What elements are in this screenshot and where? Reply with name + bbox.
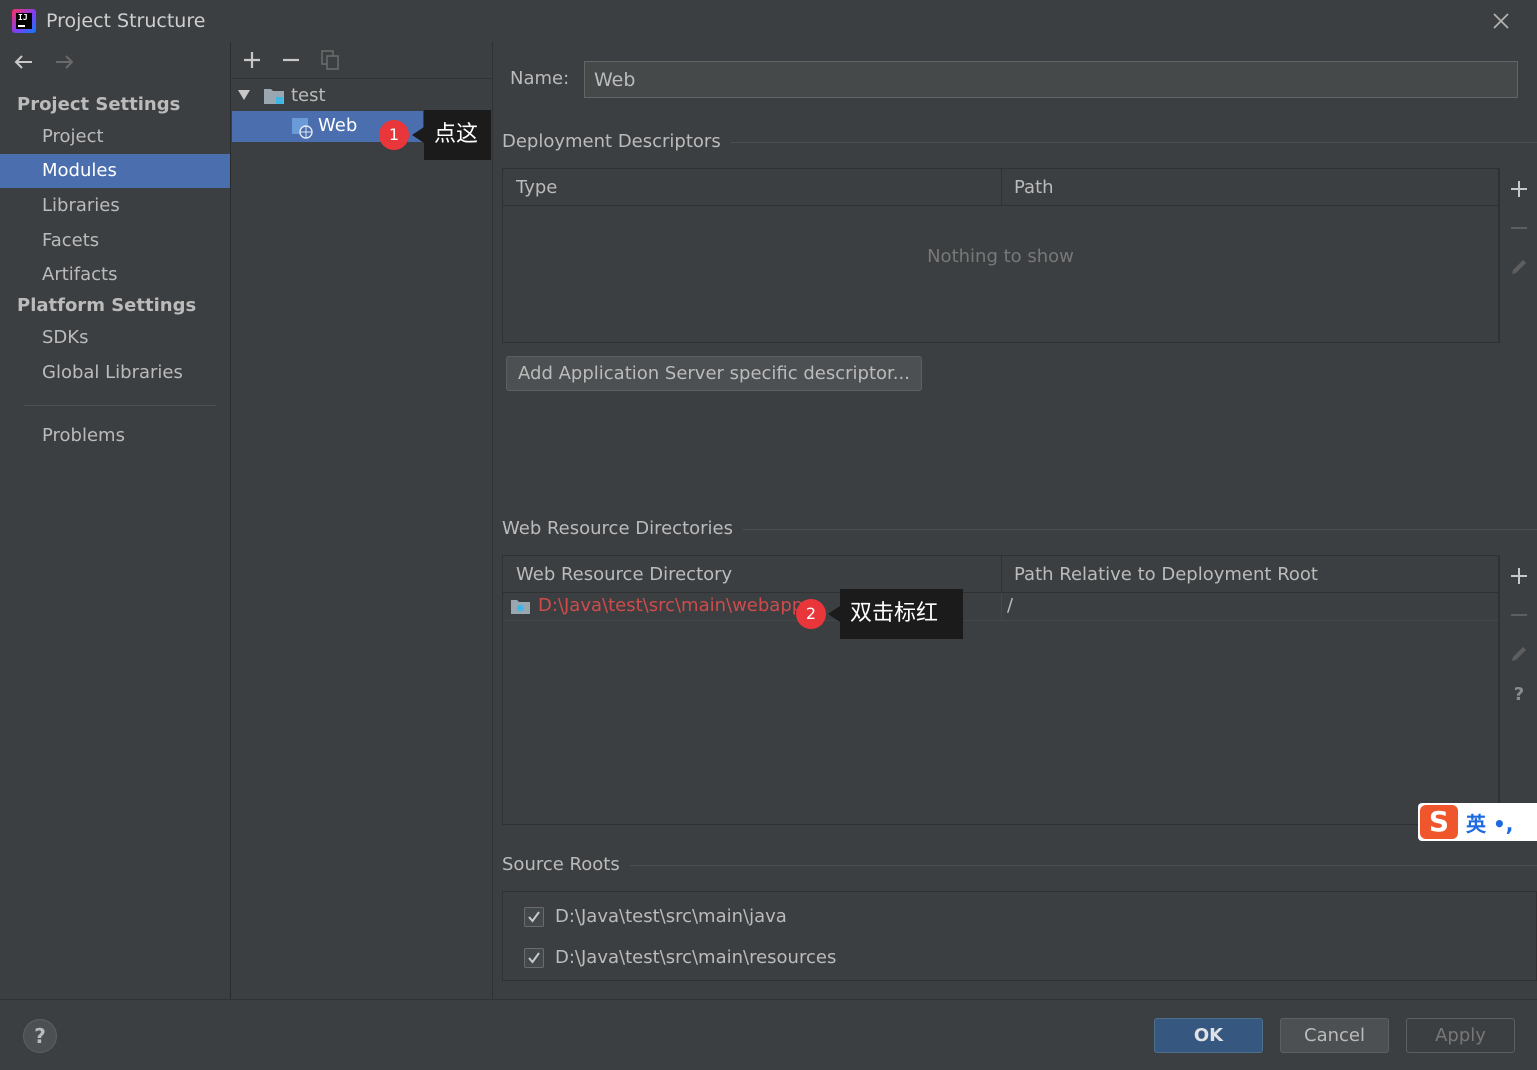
sidebar-item-project[interactable]: Project [0, 120, 230, 154]
web-resource-directory-cell[interactable]: D:\Java\test\src\main\webapp [538, 595, 803, 616]
deployment-descriptors-table[interactable]: Type Path Nothing to show [502, 168, 1499, 343]
checkmark-icon [528, 952, 540, 964]
add-icon[interactable] [241, 49, 263, 71]
add-icon[interactable] [1509, 566, 1529, 586]
sidebar-item-artifacts[interactable]: Artifacts [0, 258, 230, 292]
title-bar: IJ Project Structure [0, 0, 1537, 42]
web-resource-table-toolbar: ? [1499, 555, 1537, 825]
edit-pencil-icon[interactable] [1509, 257, 1529, 277]
tree-toolbar [232, 42, 493, 79]
remove-icon[interactable] [1509, 218, 1529, 238]
dialog-footer: ? OK Cancel Apply [0, 999, 1537, 1070]
apply-button[interactable]: Apply [1406, 1018, 1515, 1053]
column-header-type[interactable]: Type [503, 169, 1001, 206]
intellij-logo-icon: IJ [12, 9, 36, 33]
cancel-button[interactable]: Cancel [1280, 1018, 1389, 1053]
source-root-checkbox[interactable] [524, 948, 544, 968]
module-name-input[interactable] [584, 61, 1518, 98]
ime-toolbar[interactable]: S 英 •, [1418, 803, 1537, 841]
section-divider [502, 865, 1537, 866]
project-settings-heading: Project Settings [17, 94, 181, 115]
tree-node-label: Web [318, 115, 358, 136]
column-header-path[interactable]: Path [1001, 169, 1498, 206]
source-roots-title: Source Roots [502, 854, 630, 875]
platform-settings-heading: Platform Settings [17, 295, 197, 316]
sidebar-item-libraries[interactable]: Libraries [0, 189, 230, 223]
relative-path-cell[interactable]: / [1007, 595, 1013, 616]
ime-mode-text[interactable]: 英 •, [1466, 808, 1513, 837]
remove-icon[interactable] [1509, 605, 1529, 625]
step-badge-2: 2 [796, 599, 826, 629]
source-root-checkbox[interactable] [524, 907, 544, 927]
source-roots-list: D:\Java\test\src\main\java D:\Java\test\… [502, 891, 1537, 981]
settings-sidebar: Project Settings Project Modules Librari… [0, 42, 231, 999]
deployment-table-toolbar [1499, 168, 1537, 343]
tree-node-label: test [291, 85, 326, 106]
sogou-logo-icon: S [1420, 805, 1458, 839]
table-header: Type Path [503, 169, 1498, 206]
column-header-web-resource-directory[interactable]: Web Resource Directory [503, 556, 1001, 593]
sidebar-item-problems[interactable]: Problems [0, 419, 230, 453]
forward-arrow-icon[interactable] [52, 50, 76, 74]
column-separator [1001, 594, 1002, 620]
table-row[interactable]: D:\Java\test\src\main\webapp / [503, 594, 1498, 621]
tree-node-test[interactable]: test [232, 80, 493, 111]
expand-triangle-icon[interactable] [237, 89, 251, 101]
name-label: Name: [510, 68, 570, 89]
deployment-descriptors-title: Deployment Descriptors [502, 131, 731, 152]
module-tree-panel: test Web [232, 42, 493, 999]
module-settings: Name: Deployment Descriptors Type Path N… [494, 42, 1537, 999]
module-folder-icon [264, 89, 284, 104]
sidebar-item-facets[interactable]: Facets [0, 224, 230, 258]
source-root-path: D:\Java\test\src\main\resources [555, 947, 837, 968]
remove-icon[interactable] [280, 49, 302, 71]
edit-pencil-icon[interactable] [1509, 644, 1529, 664]
web-resource-table[interactable]: Web Resource Directory Path Relative to … [502, 555, 1499, 825]
help-question-icon[interactable]: ? [1509, 683, 1529, 703]
column-header-relative-path[interactable]: Path Relative to Deployment Root [1001, 556, 1498, 593]
sidebar-divider [24, 405, 216, 406]
sidebar-item-global-libraries[interactable]: Global Libraries [0, 356, 230, 390]
window-title: Project Structure [46, 10, 206, 32]
ok-button[interactable]: OK [1154, 1018, 1263, 1053]
add-server-descriptor-button[interactable]: Add Application Server specific descript… [506, 356, 922, 391]
sidebar-item-sdks[interactable]: SDKs [0, 321, 230, 355]
close-icon[interactable] [1489, 9, 1513, 33]
annotation-callout-1: 点这 [412, 110, 491, 160]
checkmark-icon [528, 911, 540, 923]
add-icon[interactable] [1509, 179, 1529, 199]
web-resource-directories-title: Web Resource Directories [502, 518, 743, 539]
empty-state-text: Nothing to show [927, 246, 1074, 267]
back-arrow-icon[interactable] [12, 50, 36, 74]
web-facet-icon [292, 118, 313, 139]
web-folder-icon [511, 600, 530, 614]
sidebar-item-modules[interactable]: Modules [0, 154, 230, 188]
source-root-path: D:\Java\test\src\main\java [555, 906, 787, 927]
step-badge-1: 1 [379, 120, 409, 150]
table-header: Web Resource Directory Path Relative to … [503, 556, 1498, 593]
svg-text:?: ? [1514, 684, 1524, 703]
copy-icon[interactable] [319, 49, 341, 71]
help-button[interactable]: ? [23, 1019, 57, 1053]
annotation-callout-2: 双击标红 [828, 589, 963, 639]
